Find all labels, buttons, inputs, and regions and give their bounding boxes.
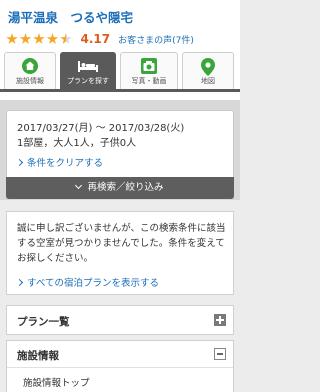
- tab-bar: 施設情報 プランを探す 写真・動画 地図: [0, 52, 240, 92]
- facility-info-title: 施設情報: [17, 350, 59, 362]
- half-star-icon: [60, 33, 72, 44]
- camera-icon: [141, 58, 157, 74]
- facility-info-section: 施設情報 施設情報トップ: [6, 340, 234, 392]
- plan-list-title: プラン一覧: [17, 316, 70, 328]
- tab-facility-info[interactable]: 施設情報: [4, 52, 56, 89]
- chevron-right-icon: [15, 158, 24, 167]
- facility-info-top-label: 施設情報トップ: [23, 378, 90, 389]
- guest-count: 1部屋，大人1人，子供0人: [17, 138, 137, 149]
- bed-icon: [76, 58, 100, 74]
- plan-list-section[interactable]: プラン一覧: [6, 305, 234, 335]
- search-conditions-panel: 2017/03/27(月) 〜 2017/03/28(火) 1部屋，大人1人，子…: [0, 100, 240, 200]
- all-plans-label: すべての宿泊プランを表示する: [27, 278, 159, 289]
- clear-conditions-label: 条件をクリアする: [27, 158, 104, 169]
- search-conditions: 2017/03/27(月) 〜 2017/03/28(火) 1部屋，大人1人，子…: [6, 110, 234, 177]
- tab-find-plans[interactable]: プランを探す: [60, 52, 116, 89]
- no-vacancy-message: 誠に申し訳ございませんが、この検索条件に該当する空室が見つかりませんでした。条件…: [17, 223, 226, 264]
- map-pin-icon: [201, 58, 215, 76]
- no-vacancy-notice: 誠に申し訳ございませんが、この検索条件に該当する空室が見つかりませんでした。条件…: [6, 211, 234, 295]
- tab-map[interactable]: 地図: [182, 52, 234, 89]
- chevron-down-icon: [75, 181, 83, 190]
- tab-label: 地図: [201, 77, 215, 85]
- star-icon: [33, 33, 45, 44]
- all-plans-link[interactable]: すべての宿泊プランを表示する: [15, 275, 159, 289]
- star-icon: [6, 33, 18, 44]
- hotel-name: 湯平温泉 つるや隠宅: [8, 10, 134, 25]
- rating-row: 4.17 お客さまの声(7件): [6, 31, 194, 47]
- chevron-right-icon: [15, 278, 24, 287]
- tab-label: プランを探す: [67, 77, 109, 85]
- home-icon: [22, 58, 38, 74]
- reviews-link[interactable]: お客さまの声(7件): [118, 33, 194, 46]
- collapse-icon[interactable]: [214, 348, 226, 360]
- tab-label: 施設情報: [16, 77, 44, 85]
- expand-icon[interactable]: [214, 314, 226, 326]
- stay-dates: 2017/03/27(月) 〜 2017/03/28(火): [17, 123, 185, 134]
- hotel-header: 湯平温泉 つるや隠宅 4.17 お客さまの声(7件) 施設情報 プランを探す 写…: [0, 0, 240, 100]
- clear-conditions-link[interactable]: 条件をクリアする: [15, 155, 104, 169]
- research-filter-button[interactable]: 再検索／絞り込み: [6, 177, 234, 199]
- rating-stars: [6, 33, 74, 45]
- star-icon: [19, 33, 32, 44]
- star-icon: [46, 33, 59, 44]
- facility-info-top-item[interactable]: 施設情報トップ: [7, 367, 233, 392]
- tab-photos-videos[interactable]: 写真・動画: [120, 52, 178, 89]
- research-filter-label: 再検索／絞り込み: [87, 182, 164, 193]
- rating-score: 4.17: [80, 32, 111, 46]
- tab-label: 写真・動画: [131, 77, 167, 85]
